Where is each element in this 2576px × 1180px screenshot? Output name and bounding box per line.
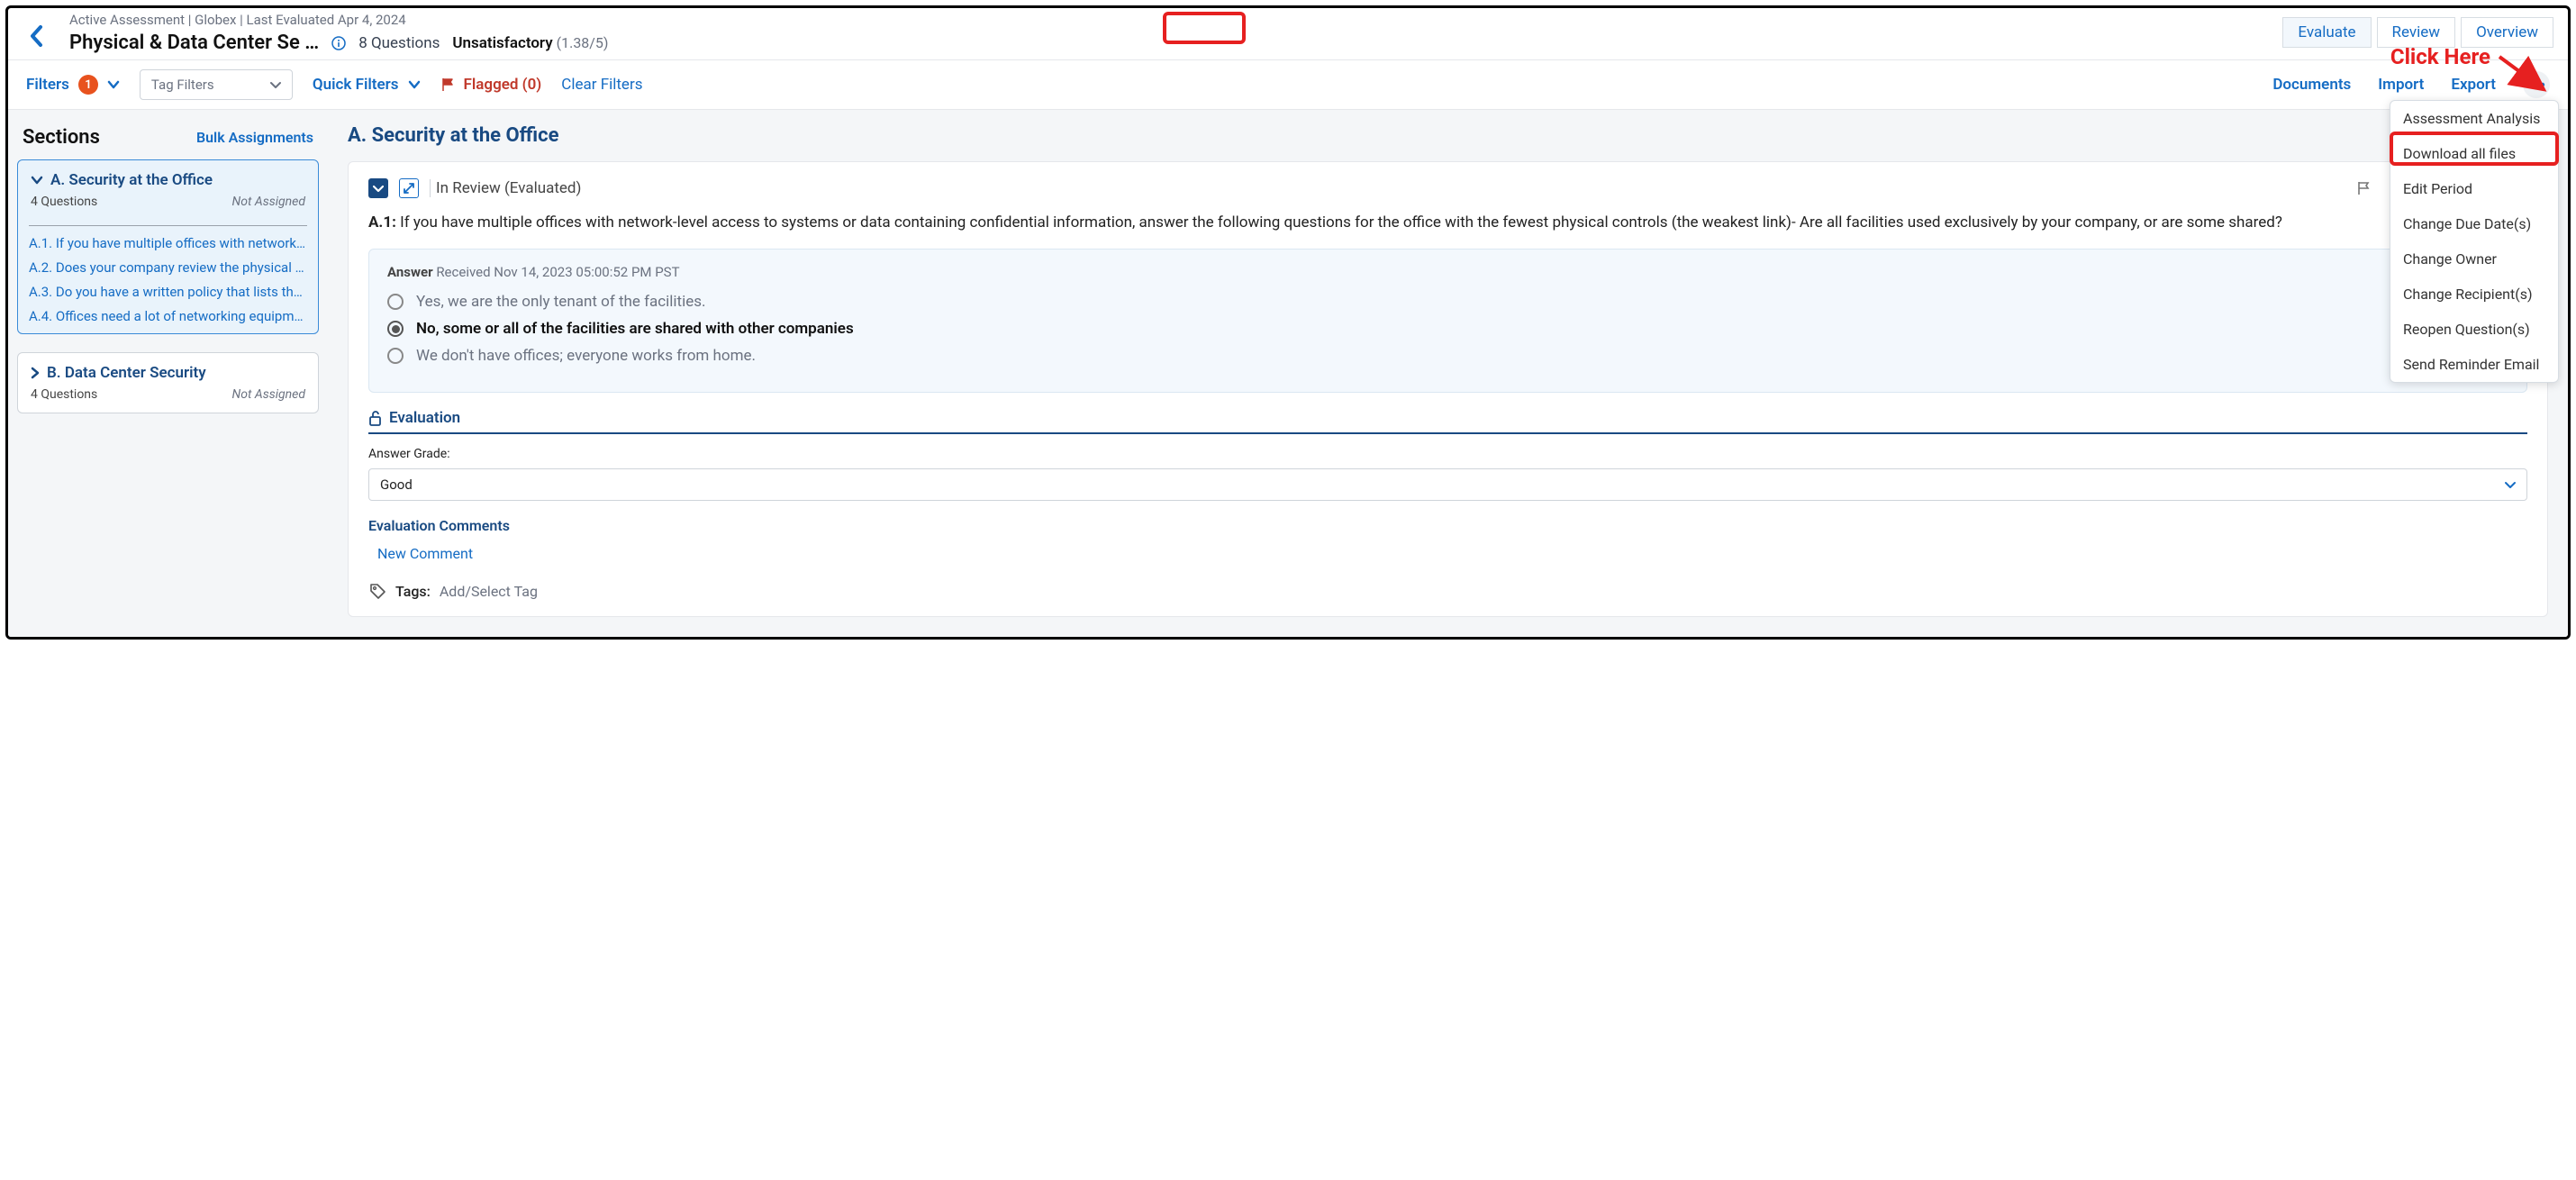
- back-button[interactable]: [15, 12, 59, 48]
- answer-box: Answer Received Nov 14, 2023 05:00:52 PM…: [368, 249, 2527, 393]
- section-card-a[interactable]: A. Security at the Office 4 Questions No…: [17, 159, 319, 334]
- section-assigned: Not Assigned: [232, 387, 305, 402]
- menu-item-change-owner[interactable]: Change Owner: [2390, 241, 2558, 277]
- section-card-b[interactable]: B. Data Center Security 4 Questions Not …: [17, 352, 319, 413]
- expand-button[interactable]: [399, 178, 419, 198]
- grade-select[interactable]: Good: [368, 468, 2527, 501]
- menu-item-change-due-dates[interactable]: Change Due Date(s): [2390, 206, 2558, 241]
- filters-count-badge: 1: [78, 75, 98, 95]
- evaluation-comments-heading: Evaluation Comments: [368, 517, 2527, 534]
- answer-option: Yes, we are the only tenant of the facil…: [387, 293, 2508, 311]
- question-count: 8 Questions: [358, 34, 440, 52]
- menu-item-assessment-analysis[interactable]: Assessment Analysis: [2390, 101, 2558, 136]
- chevron-down-icon: [31, 176, 43, 185]
- menu-item-edit-period[interactable]: Edit Period: [2390, 171, 2558, 206]
- chevron-down-icon: [270, 81, 281, 89]
- answer-received: Received Nov 14, 2023 05:00:52 PM PST: [436, 264, 679, 280]
- menu-item-change-recipients[interactable]: Change Recipient(s): [2390, 277, 2558, 312]
- section-title: B. Data Center Security: [47, 364, 206, 382]
- export-link[interactable]: Export: [2451, 76, 2496, 94]
- menu-item-download-all-files[interactable]: Download all files: [2390, 136, 2558, 171]
- overflow-menu: Assessment Analysis Download all files E…: [2390, 100, 2559, 383]
- menu-item-send-reminder[interactable]: Send Reminder Email: [2390, 347, 2558, 382]
- section-question-link[interactable]: A.4. Offices need a lot of networking eq…: [29, 308, 307, 324]
- content-area: A. Security at the Office In Review (Eva…: [328, 110, 2568, 637]
- lock-open-icon: [368, 410, 382, 426]
- more-actions-button[interactable]: [2523, 71, 2550, 98]
- answer-label: Answer: [387, 264, 433, 280]
- rating-value: (1.38/5): [557, 34, 609, 51]
- tab-evaluate[interactable]: Evaluate: [2282, 17, 2371, 48]
- info-icon[interactable]: [331, 36, 346, 50]
- grade-label: Answer Grade:: [368, 447, 2527, 461]
- chevron-right-icon: [31, 367, 40, 379]
- question-text: A.1: If you have multiple offices with n…: [368, 211, 2527, 234]
- rating-label: Unsatisfactory: [452, 34, 552, 52]
- sections-sidebar: Sections Bulk Assignments A. Security at…: [8, 110, 328, 637]
- section-question-link[interactable]: A.1. If you have multiple offices with n…: [29, 235, 307, 251]
- filter-bar: Filters 1 Tag Filters Quick Filters Flag…: [8, 60, 2568, 110]
- question-status: In Review (Evaluated): [430, 179, 581, 197]
- chevron-left-icon: [29, 24, 45, 48]
- section-qcount: 4 Questions: [31, 387, 97, 402]
- question-card: In Review (Evaluated) A.1: If you have m…: [348, 161, 2548, 617]
- section-title: A. Security at the Office: [50, 171, 213, 189]
- answer-option-selected: No, some or all of the facilities are sh…: [387, 320, 2508, 338]
- tags-label: Tags:: [395, 583, 431, 600]
- expand-icon: [403, 182, 415, 195]
- clear-filters[interactable]: Clear Filters: [561, 76, 642, 94]
- chevron-down-icon: [408, 80, 421, 89]
- tab-review[interactable]: Review: [2377, 17, 2456, 48]
- chevron-down-icon: [373, 185, 384, 193]
- content-heading: A. Security at the Office: [348, 124, 2548, 147]
- collapse-button[interactable]: [368, 178, 388, 198]
- chevron-down-icon: [2505, 481, 2516, 489]
- documents-link[interactable]: Documents: [2272, 76, 2351, 94]
- sections-heading: Sections: [23, 126, 100, 149]
- flag-icon: [440, 77, 457, 93]
- quick-filters[interactable]: Quick Filters: [313, 76, 421, 94]
- bulk-assignments-link[interactable]: Bulk Assignments: [196, 129, 313, 146]
- section-qcount: 4 Questions: [31, 195, 97, 209]
- evaluation-heading: Evaluation: [368, 409, 2527, 434]
- section-question-link[interactable]: A.3. Do you have a written policy that l…: [29, 284, 307, 300]
- chevron-down-icon: [107, 80, 120, 89]
- add-tag[interactable]: Add/Select Tag: [440, 583, 538, 600]
- answer-option: We don't have offices; everyone works fr…: [387, 347, 2508, 365]
- new-comment-link[interactable]: New Comment: [368, 545, 473, 562]
- tag-filters-select[interactable]: Tag Filters: [140, 69, 293, 100]
- tag-icon: [368, 582, 386, 600]
- flag-icon[interactable]: [2356, 180, 2372, 196]
- more-horizontal-icon: [2527, 82, 2545, 87]
- section-question-link[interactable]: A.2. Does your company review the physic…: [29, 259, 307, 276]
- import-link[interactable]: Import: [2378, 76, 2424, 94]
- menu-item-reopen-questions[interactable]: Reopen Question(s): [2390, 312, 2558, 347]
- page-header: Active Assessment | Globex | Last Evalua…: [8, 8, 2568, 60]
- section-assigned: Not Assigned: [232, 195, 305, 209]
- breadcrumb: Active Assessment | Globex | Last Evalua…: [69, 12, 608, 28]
- filters-toggle[interactable]: Filters 1: [26, 75, 120, 95]
- page-title: Physical & Data Center Se …: [69, 32, 319, 54]
- tab-overview[interactable]: Overview: [2461, 17, 2553, 48]
- flagged-filter[interactable]: Flagged (0): [440, 76, 542, 94]
